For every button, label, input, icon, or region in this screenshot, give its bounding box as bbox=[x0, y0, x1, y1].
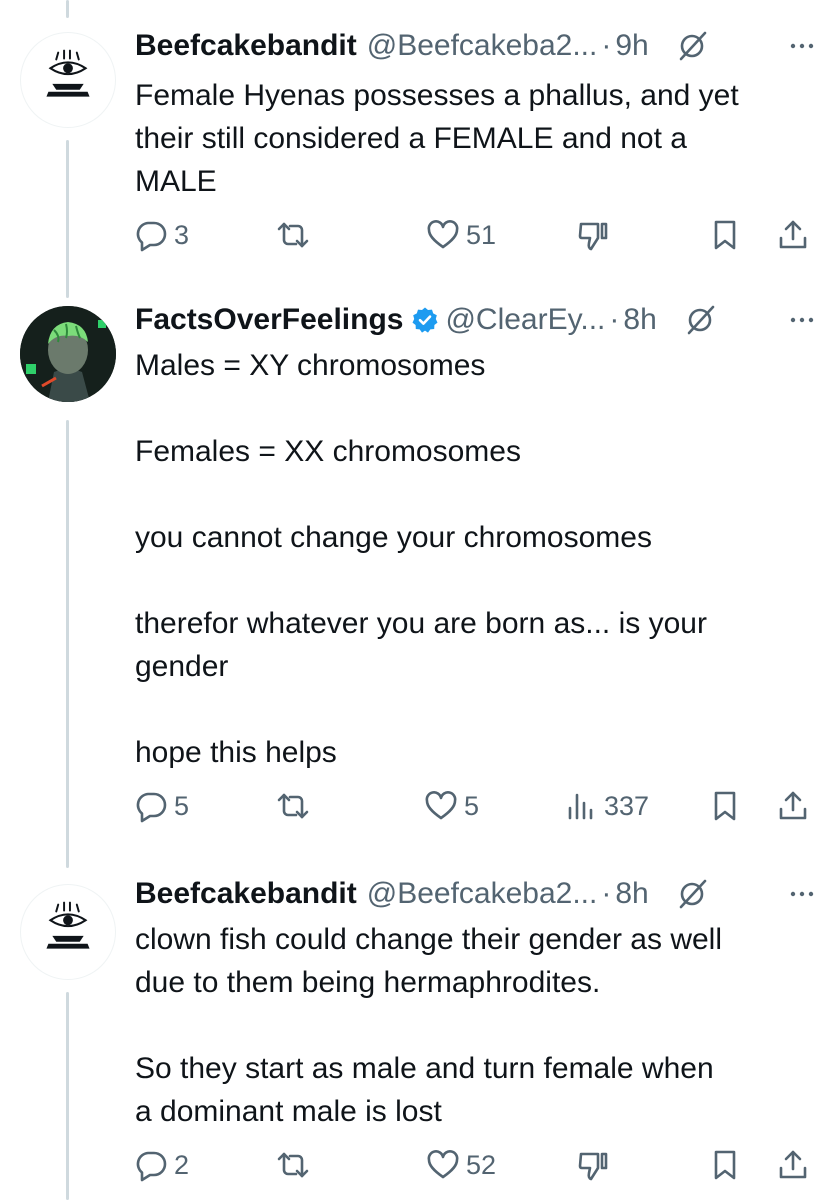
bookmark-icon bbox=[714, 1150, 736, 1180]
share-icon bbox=[779, 220, 807, 249]
tweet-text: clown fish could change their gender as … bbox=[135, 918, 805, 1133]
like-count: 51 bbox=[466, 219, 497, 250]
share-button[interactable] bbox=[776, 215, 810, 255]
share-icon bbox=[779, 791, 807, 820]
tweet-text-line: a dominant male is lost bbox=[135, 1095, 442, 1128]
share-button[interactable] bbox=[776, 786, 810, 826]
bookmark-button[interactable] bbox=[708, 215, 742, 255]
user-handle[interactable]: @Beefcakeba2... bbox=[367, 26, 598, 66]
tweet-text-line: MALE bbox=[135, 165, 217, 198]
retweet-icon bbox=[277, 222, 309, 248]
display-name[interactable]: Beefcakebandit bbox=[135, 26, 357, 66]
separator-dot: · bbox=[601, 877, 612, 910]
tweet[interactable]: Beefcakebandit @Beefcakeba2... · 9h Fema… bbox=[0, 0, 835, 280]
avatar[interactable] bbox=[20, 32, 116, 128]
user-handle[interactable]: @Beefcakeba2... bbox=[367, 874, 598, 914]
separator-dot: · bbox=[601, 29, 612, 62]
tweet-text-line: Females = XX chromosomes bbox=[135, 435, 521, 468]
retweet-icon bbox=[277, 793, 309, 819]
dislike-button[interactable] bbox=[576, 1145, 610, 1185]
reply-icon bbox=[136, 1151, 167, 1182]
verified-badge-icon[interactable] bbox=[411, 306, 439, 334]
tweet-text-line: So they start as male and turn female wh… bbox=[135, 1052, 714, 1085]
more-options-icon[interactable] bbox=[787, 879, 817, 909]
dislike-button[interactable] bbox=[576, 215, 610, 255]
retweet-icon bbox=[277, 1152, 309, 1178]
grok-icon[interactable] bbox=[683, 303, 717, 337]
thumbs-down-icon bbox=[578, 222, 608, 251]
eye-logo-icon bbox=[46, 49, 90, 97]
tweet-text-line: Males = XY chromosomes bbox=[135, 349, 486, 382]
bookmark-button[interactable] bbox=[708, 786, 742, 826]
user-handle[interactable]: @ClearEy... bbox=[445, 300, 605, 340]
eye-logo-icon bbox=[46, 901, 90, 949]
separator-dot: · bbox=[609, 303, 620, 336]
reply-button[interactable]: 3 bbox=[134, 215, 189, 255]
like-count: 52 bbox=[466, 1149, 497, 1180]
reply-count: 2 bbox=[174, 1149, 190, 1180]
like-button[interactable]: 52 bbox=[426, 1145, 496, 1185]
like-count: 5 bbox=[464, 790, 480, 821]
reply-icon bbox=[136, 221, 167, 252]
action-bar: 3 51 bbox=[130, 215, 825, 255]
tweet[interactable]: FactsOverFeelings @ClearEy... · 8h Males… bbox=[0, 280, 835, 850]
bookmark-button[interactable] bbox=[708, 1145, 742, 1185]
tweet-header: Beefcakebandit @Beefcakeba2... · 8h bbox=[135, 874, 817, 914]
reply-button[interactable]: 5 bbox=[134, 786, 189, 826]
tweet-text-line: Female Hyenas possesses a phallus, and y… bbox=[135, 79, 739, 112]
tweet-text-line: hope this helps bbox=[135, 736, 337, 769]
tweet-text-line: due to them being hermaphrodites. bbox=[135, 966, 601, 999]
retweet-button[interactable] bbox=[276, 1145, 310, 1185]
tweet-text-line: therefor whatever you are born as... is … bbox=[135, 607, 707, 640]
reply-count: 3 bbox=[174, 219, 190, 250]
more-options-icon[interactable] bbox=[787, 305, 817, 335]
action-bar: 5 5 337 bbox=[130, 786, 825, 826]
bookmark-icon bbox=[714, 220, 736, 250]
grok-icon[interactable] bbox=[675, 29, 709, 63]
more-options-icon[interactable] bbox=[787, 31, 817, 61]
reply-count: 5 bbox=[174, 790, 190, 821]
tweet-header: FactsOverFeelings @ClearEy... · 8h bbox=[135, 300, 817, 340]
tweet-text-line: clown fish could change their gender as … bbox=[135, 923, 723, 956]
tweet-text: Males = XY chromosomes Females = XX chro… bbox=[135, 344, 805, 774]
reply-icon bbox=[136, 792, 167, 823]
tweet-text-line: gender bbox=[135, 650, 229, 683]
share-icon bbox=[779, 1150, 807, 1179]
tweet-text: Female Hyenas possesses a phallus, and y… bbox=[135, 74, 805, 203]
display-name[interactable]: FactsOverFeelings bbox=[135, 300, 403, 340]
thumbs-down-icon bbox=[578, 1152, 608, 1181]
views-button[interactable]: 337 bbox=[564, 786, 649, 826]
like-button[interactable]: 51 bbox=[426, 215, 496, 255]
display-name[interactable]: Beefcakebandit bbox=[135, 874, 357, 914]
retweet-button[interactable] bbox=[276, 786, 310, 826]
bookmark-icon bbox=[714, 791, 736, 821]
heart-icon bbox=[425, 791, 457, 820]
views-count: 337 bbox=[604, 790, 650, 821]
tweet-text-line: their still considered a FEMALE and not … bbox=[135, 122, 687, 155]
timestamp[interactable]: 9h bbox=[615, 26, 648, 66]
tweet[interactable]: Beefcakebandit @Beefcakeba2... · 8h clow… bbox=[0, 850, 835, 1200]
grok-icon[interactable] bbox=[675, 877, 709, 911]
timestamp[interactable]: 8h bbox=[623, 300, 656, 340]
retweet-button[interactable] bbox=[276, 215, 310, 255]
like-button[interactable]: 5 bbox=[424, 786, 479, 826]
heart-icon bbox=[427, 220, 459, 249]
share-button[interactable] bbox=[776, 1145, 810, 1185]
avatar[interactable] bbox=[20, 306, 116, 402]
views-chart-icon bbox=[568, 793, 593, 820]
tweet-header: Beefcakebandit @Beefcakeba2... · 9h bbox=[135, 26, 817, 66]
avatar[interactable] bbox=[20, 884, 116, 980]
heart-icon bbox=[427, 1150, 459, 1179]
reply-button[interactable]: 2 bbox=[134, 1145, 189, 1185]
brain-avatar-icon bbox=[20, 306, 116, 402]
action-bar: 2 52 bbox=[130, 1145, 825, 1185]
tweet-text-line: you cannot change your chromosomes bbox=[135, 521, 652, 554]
timestamp[interactable]: 8h bbox=[615, 874, 648, 914]
